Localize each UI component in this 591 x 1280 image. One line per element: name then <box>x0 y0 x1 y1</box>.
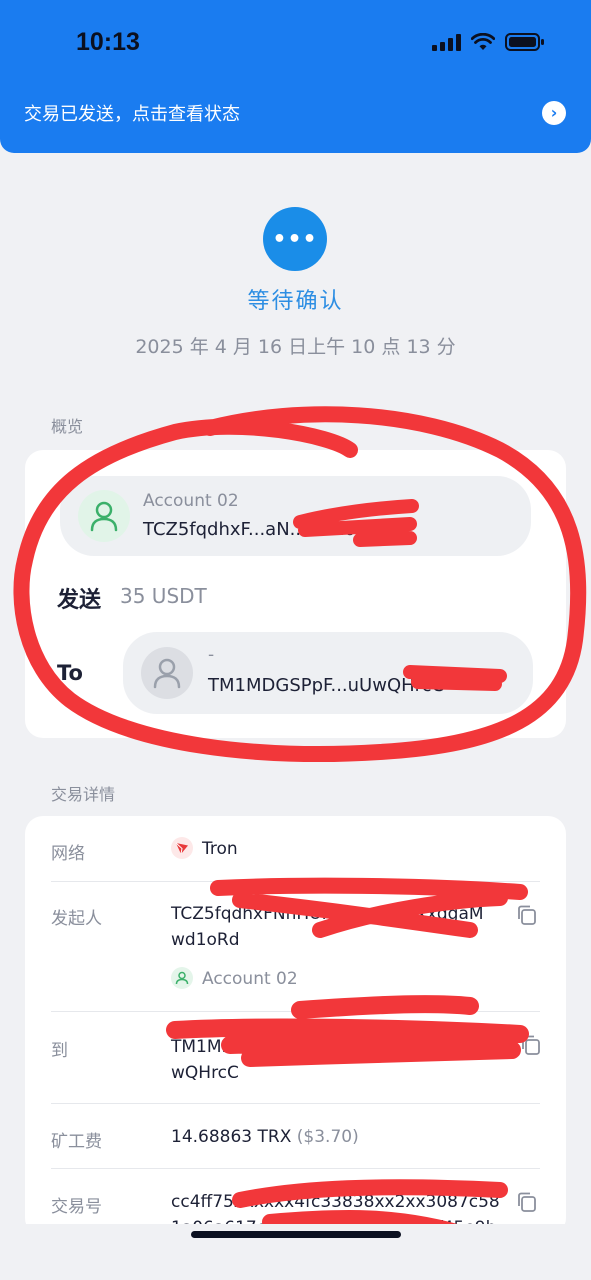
row-divider <box>51 1168 540 1169</box>
top-banner[interactable]: 10:13 交易已发送，点击查看状态 › <box>0 0 591 153</box>
row-divider <box>51 1103 540 1104</box>
wifi-icon <box>471 33 495 50</box>
row-divider <box>51 881 540 882</box>
from-account-pill[interactable]: Account 02 TCZ5fqdhxF...aN...wd1oRd <box>60 476 531 556</box>
user-avatar-icon <box>141 647 193 699</box>
copy-icon[interactable] <box>516 904 538 926</box>
row-divider <box>51 1011 540 1012</box>
details-section-label: 交易详情 <box>51 785 116 804</box>
status-title: 等待确认 <box>247 289 344 314</box>
send-label: 发送 <box>57 588 102 613</box>
initiator-account-name: Account 02 <box>202 969 298 989</box>
copy-icon[interactable] <box>516 1191 538 1213</box>
copy-icon[interactable] <box>520 1034 542 1056</box>
network-label: 网络 <box>51 844 85 864</box>
status-bar-icons <box>432 33 545 51</box>
overview-section-label: 概览 <box>51 417 84 436</box>
fee-value: 14.68863 TRX ($3.70) <box>171 1124 359 1150</box>
fee-label: 矿工费 <box>51 1132 102 1152</box>
to-address-line2: wQHrcC <box>171 1063 239 1083</box>
more-dots-icon: ••• <box>263 207 327 271</box>
tx-hash-line1: cc4ff75xxxxxx4fc33838xx2xx3087c58 <box>171 1192 500 1212</box>
tx-hash-label: 交易号 <box>51 1197 102 1217</box>
fee-trx: 14.68863 TRX <box>171 1127 292 1147</box>
details-card <box>25 816 566 1236</box>
fee-usd: ($3.70) <box>296 1127 359 1147</box>
user-avatar-icon <box>78 490 130 542</box>
initiator-address-line2: wd1oRd <box>171 930 240 950</box>
tron-logo-icon <box>171 837 193 859</box>
network-value: Tron <box>202 839 238 859</box>
send-amount: 35 USDT <box>120 584 207 608</box>
banner-message[interactable]: 交易已发送，点击查看状态 <box>24 100 240 126</box>
to-account-address: TM1MDGSPpF...uUwQHrcC <box>208 675 445 696</box>
battery-icon <box>505 33 544 51</box>
cellular-signal-icon <box>432 33 461 51</box>
chevron-right-icon[interactable]: › <box>542 101 566 125</box>
status-date: 2025 年 4 月 16 日上午 10 点 13 分 <box>135 336 456 358</box>
home-indicator[interactable] <box>191 1231 401 1238</box>
initiator-label: 发起人 <box>51 909 102 929</box>
to-account-pill[interactable]: - TM1MDGSPpF...uUwQHrcC <box>123 632 533 714</box>
status-bar-time: 10:13 <box>76 28 140 56</box>
to-row-label: 到 <box>51 1041 68 1061</box>
initiator-address-line1: TCZ5fqdhxFNnHUMxxxxxxxxxxqgaM <box>171 904 484 924</box>
to-address-line1: TM1MDGSPpFxxxxxxxxxxxxxxxxxxxxx <box>171 1037 501 1057</box>
to-account-name: - <box>208 645 215 665</box>
to-label: To <box>57 661 83 685</box>
from-account-name: Account 02 <box>143 491 239 511</box>
from-account-address: TCZ5fqdhxF...aN...wd1oRd <box>143 519 380 540</box>
account-mini-icon <box>171 967 193 989</box>
